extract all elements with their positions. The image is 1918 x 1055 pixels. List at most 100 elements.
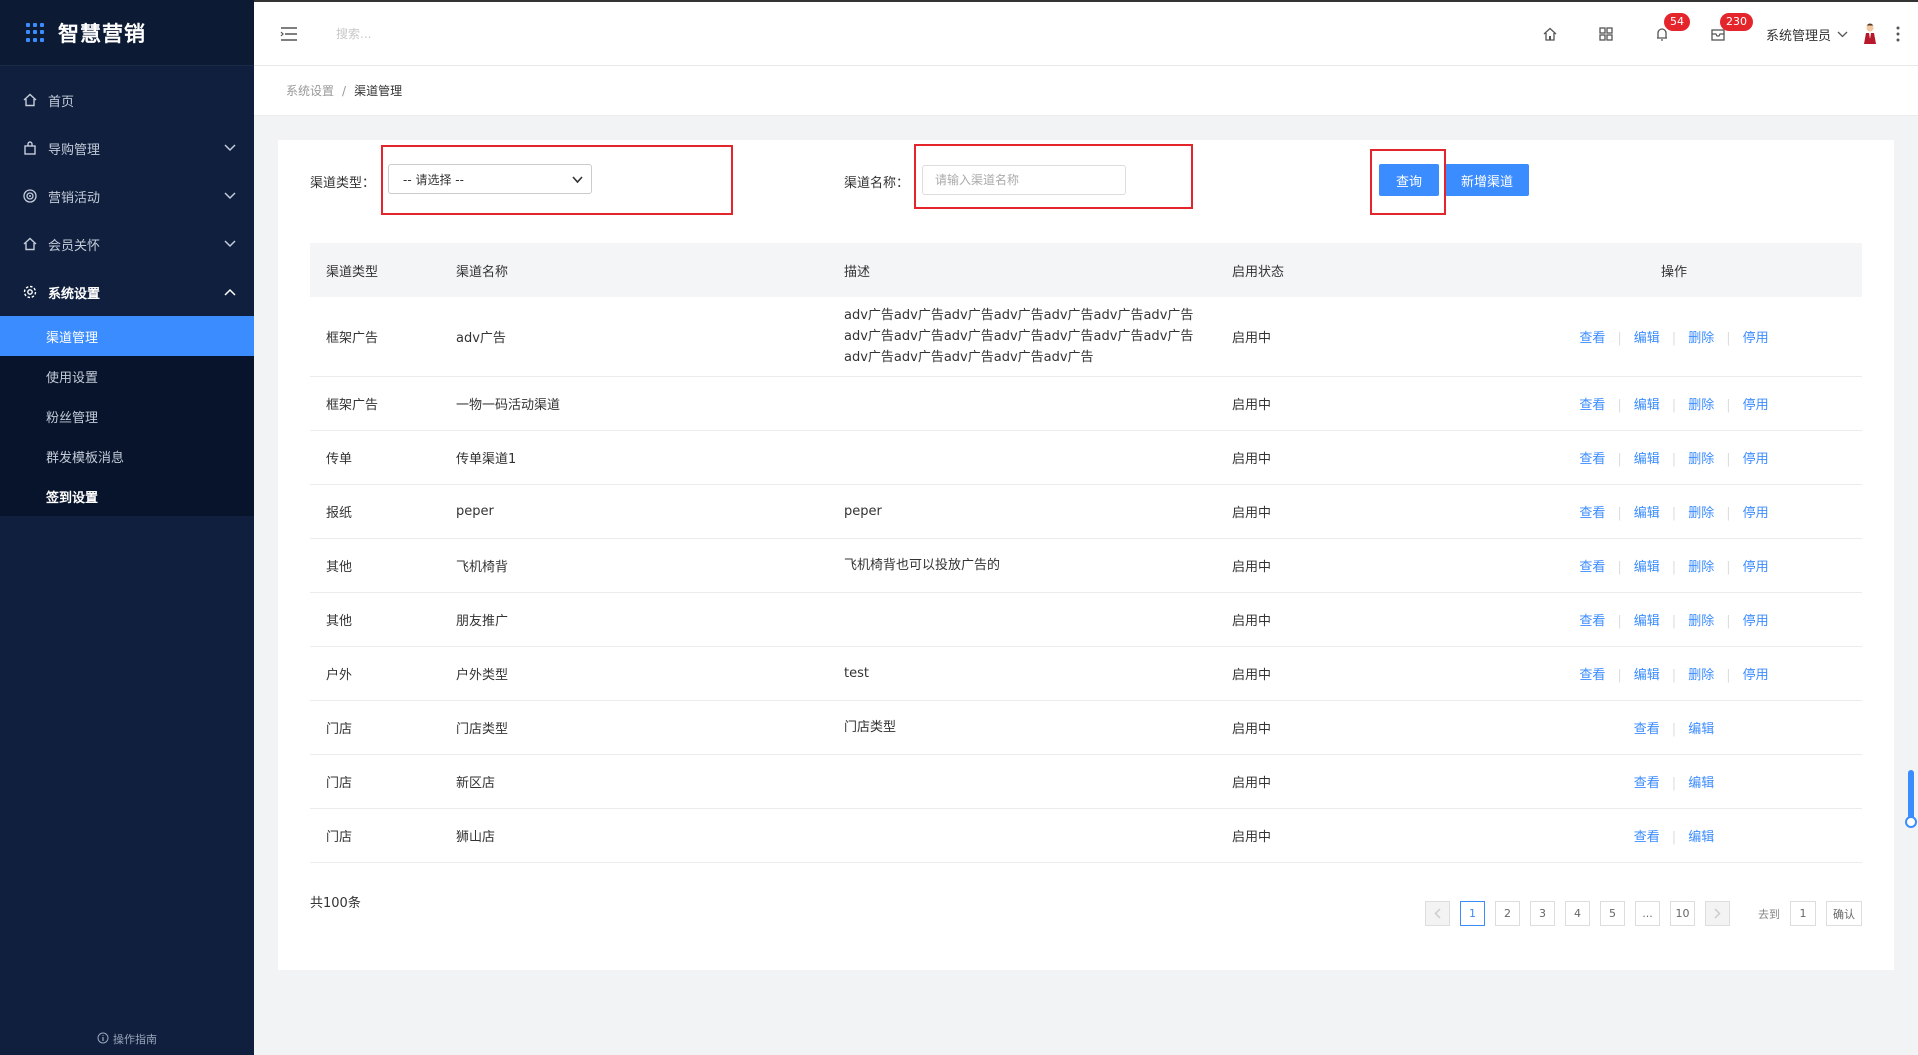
page-number[interactable]: 3 (1530, 901, 1555, 926)
edit-link[interactable]: 编辑 (1634, 668, 1660, 683)
column-header-name: 渠道名称 (440, 243, 828, 297)
edit-link[interactable]: 编辑 (1634, 560, 1660, 575)
op-separator: | (1671, 560, 1677, 575)
cell-name: 户外类型 (440, 646, 828, 701)
home-icon[interactable] (1522, 2, 1578, 66)
delete-link[interactable]: 删除 (1688, 560, 1714, 575)
view-link[interactable]: 查看 (1579, 668, 1605, 683)
breadcrumb-separator: / (342, 83, 347, 98)
page-number[interactable]: ... (1635, 901, 1660, 926)
table-row: 报纸 peper peper 启用中 查看 | 编辑 | 删除 | 停用 (310, 484, 1862, 539)
chevron-down-icon (572, 173, 583, 187)
bell-icon[interactable]: 54 (1634, 2, 1690, 66)
page-number[interactable]: 1 (1460, 901, 1485, 926)
op-separator: | (1726, 614, 1731, 629)
op-separator: | (1671, 776, 1677, 791)
sidebar-item-guide-management[interactable]: 导购管理 (0, 124, 254, 172)
table-row: 其他 飞机椅背 飞机椅背也可以投放广告的 启用中 查看 | 编辑 | 删除 | 停用 (310, 538, 1862, 593)
scrollbar-handle[interactable] (1905, 816, 1917, 828)
view-link[interactable]: 查看 (1634, 722, 1660, 737)
page-number[interactable]: 4 (1565, 901, 1590, 926)
sidebar-subitem-mass-template-message[interactable]: 群发模板消息 (0, 436, 254, 476)
op-separator: | (1671, 398, 1677, 413)
sidebar-item-home[interactable]: 首页 (0, 76, 254, 124)
guide-link[interactable]: 操作指南 (0, 1031, 254, 1047)
edit-link[interactable]: 编辑 (1688, 776, 1714, 791)
table-header-row: 渠道类型 渠道名称 描述 启用状态 操作 (310, 243, 1862, 297)
edit-link[interactable]: 编辑 (1688, 722, 1714, 737)
sidebar-item-marketing[interactable]: 营销活动 (0, 172, 254, 220)
table-row: 框架广告 adv广告 adv广告adv广告adv广告adv广告adv广告adv广告a… (310, 297, 1862, 377)
edit-link[interactable]: 编辑 (1634, 452, 1660, 467)
cell-ops: 查看 | 编辑 | 删除 | 停用 (1486, 297, 1862, 377)
delete-link[interactable]: 删除 (1688, 331, 1714, 346)
sidebar-subitem-fan-management[interactable]: 粉丝管理 (0, 396, 254, 436)
message-box-icon[interactable]: 230 (1690, 2, 1753, 66)
search-input[interactable] (336, 26, 636, 41)
menu-toggle-icon[interactable] (278, 23, 300, 45)
disable-link[interactable]: 停用 (1743, 560, 1769, 575)
view-link[interactable]: 查看 (1579, 560, 1605, 575)
view-link[interactable]: 查看 (1579, 506, 1605, 521)
breadcrumb-parent[interactable]: 系统设置 (286, 82, 334, 99)
prev-page-button[interactable] (1425, 901, 1450, 926)
table-row: 门店 门店类型 门店类型 启用中 查看 | 编辑 (310, 700, 1862, 755)
chevron-right-icon (1714, 908, 1721, 919)
next-page-button[interactable] (1705, 901, 1730, 926)
apps-grid-icon[interactable] (1578, 2, 1634, 66)
view-link[interactable]: 查看 (1579, 331, 1605, 346)
page-number[interactable]: 2 (1495, 901, 1520, 926)
disable-link[interactable]: 停用 (1743, 668, 1769, 683)
table-row: 传单 传单渠道1 启用中 查看 | 编辑 | 删除 | 停用 (310, 430, 1862, 485)
edit-link[interactable]: 编辑 (1634, 506, 1660, 521)
cell-status: 启用中 (1216, 808, 1486, 863)
disable-link[interactable]: 停用 (1743, 331, 1769, 346)
home-icon (22, 236, 38, 252)
view-link[interactable]: 查看 (1579, 452, 1605, 467)
cell-ops: 查看 | 编辑 (1486, 808, 1862, 863)
view-link[interactable]: 查看 (1579, 398, 1605, 413)
logo[interactable]: 智慧营销 (0, 0, 254, 66)
cell-desc (828, 808, 1216, 863)
disable-link[interactable]: 停用 (1743, 452, 1769, 467)
goto-confirm-button[interactable]: 确认 (1826, 901, 1862, 926)
column-header-status: 启用状态 (1216, 243, 1486, 297)
sidebar-item-system-settings[interactable]: 系统设置 (0, 268, 254, 316)
cell-type: 报纸 (310, 484, 440, 539)
sidebar-item-member-care[interactable]: 会员关怀 (0, 220, 254, 268)
cell-desc: peper (828, 484, 1216, 539)
edit-link[interactable]: 编辑 (1634, 398, 1660, 413)
edit-link[interactable]: 编辑 (1634, 614, 1660, 629)
disable-link[interactable]: 停用 (1743, 614, 1769, 629)
delete-link[interactable]: 删除 (1688, 668, 1714, 683)
page-number[interactable]: 5 (1600, 901, 1625, 926)
goto-page-input[interactable] (1790, 901, 1816, 926)
page-number[interactable]: 10 (1670, 901, 1695, 926)
disable-link[interactable]: 停用 (1743, 398, 1769, 413)
cell-ops: 查看 | 编辑 | 删除 | 停用 (1486, 592, 1862, 647)
user-menu[interactable]: 系统管理员 (1766, 23, 1878, 45)
view-link[interactable]: 查看 (1634, 830, 1660, 845)
more-options-icon[interactable] (1878, 26, 1918, 42)
disable-link[interactable]: 停用 (1743, 506, 1769, 521)
delete-link[interactable]: 删除 (1688, 614, 1714, 629)
sidebar-subitem-usage-settings[interactable]: 使用设置 (0, 356, 254, 396)
add-channel-button[interactable]: 新增渠道 (1445, 164, 1529, 196)
edit-link[interactable]: 编辑 (1634, 331, 1660, 346)
delete-link[interactable]: 删除 (1688, 398, 1714, 413)
view-link[interactable]: 查看 (1634, 776, 1660, 791)
sidebar-subitem-checkin-settings[interactable]: 签到设置 (0, 476, 254, 516)
cell-desc: test (828, 646, 1216, 701)
delete-link[interactable]: 删除 (1688, 506, 1714, 521)
query-button[interactable]: 查询 (1379, 164, 1439, 196)
channel-type-select[interactable]: -- 请选择 -- (388, 164, 592, 194)
edit-link[interactable]: 编辑 (1688, 830, 1714, 845)
system-settings-submenu: 渠道管理 使用设置 粉丝管理 群发模板消息 签到设置 (0, 316, 254, 516)
cell-type: 框架广告 (310, 376, 440, 431)
op-separator: | (1671, 722, 1677, 737)
cell-type: 门店 (310, 808, 440, 863)
channel-name-input[interactable] (922, 165, 1126, 195)
sidebar-subitem-channel-management[interactable]: 渠道管理 (0, 316, 254, 356)
view-link[interactable]: 查看 (1579, 614, 1605, 629)
delete-link[interactable]: 删除 (1688, 452, 1714, 467)
